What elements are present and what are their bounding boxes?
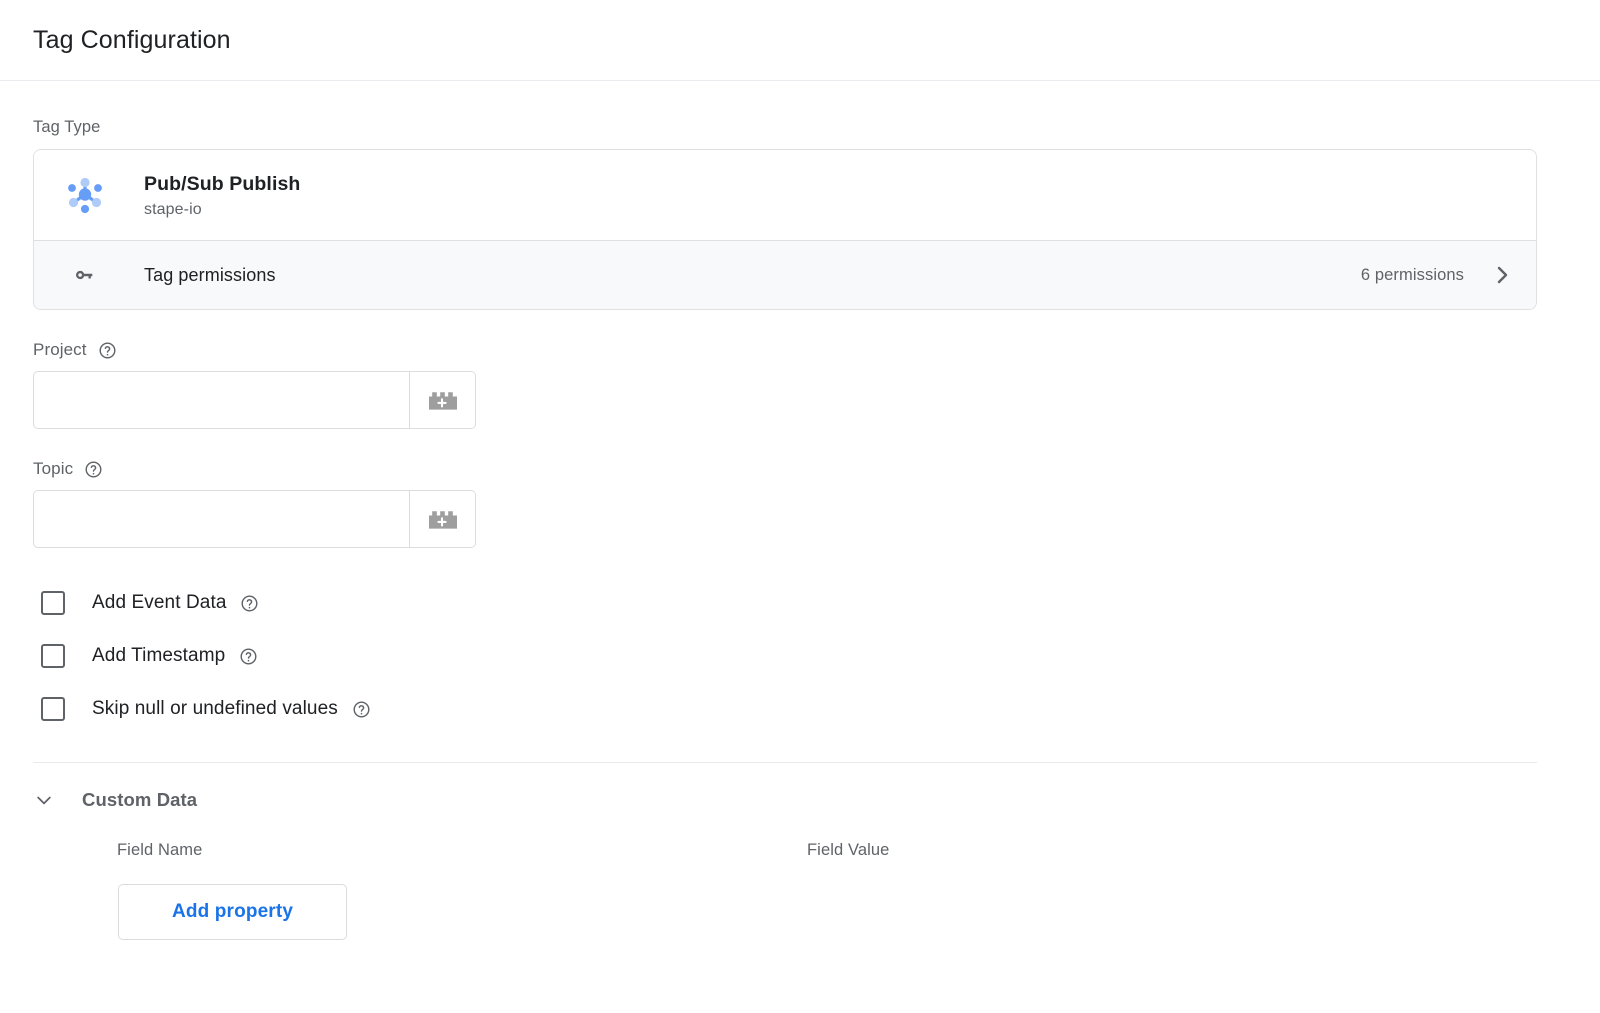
variable-brick-plus-icon	[428, 511, 457, 529]
add-property-button[interactable]: Add property	[118, 884, 347, 940]
topic-input[interactable]	[34, 491, 409, 547]
field-name-column-header: Field Name	[117, 841, 203, 859]
add-timestamp-row: Add Timestamp	[33, 635, 1567, 677]
permissions-count: 6 permissions	[1360, 265, 1464, 284]
custom-data-divider	[33, 762, 1537, 763]
tag-type-name: Pub/Sub Publish	[144, 173, 301, 196]
topic-label-row: Topic	[33, 459, 1567, 479]
add-timestamp-label: Add Timestamp	[92, 645, 226, 666]
topic-input-combo	[33, 490, 476, 548]
topic-variable-picker-button[interactable]	[409, 491, 475, 547]
tag-permissions-row[interactable]: Tag permissions 6 permissions	[34, 240, 1536, 309]
custom-data-title: Custom Data	[82, 789, 198, 810]
project-label-row: Project	[33, 340, 1567, 360]
custom-data-section-header[interactable]: Custom Data	[33, 789, 283, 811]
key-icon	[56, 262, 114, 288]
tag-type-card: Pub/Sub Publish stape-io Tag permissions…	[33, 149, 1537, 310]
page-title: Tag Configuration	[33, 25, 231, 54]
add-timestamp-checkbox[interactable]	[41, 644, 65, 668]
pubsub-node-graph-icon	[56, 173, 114, 217]
tag-configuration-form: Tag Type Pub/Sub Publish stape-io Tag pe…	[0, 118, 1600, 940]
help-circle-icon[interactable]	[352, 700, 371, 719]
skip-null-values-row: Skip null or undefined values	[33, 688, 1567, 730]
options-checkbox-list: Add Event Data Add Timestamp Skip null o…	[33, 582, 1567, 730]
skip-null-values-label: Skip null or undefined values	[92, 698, 338, 719]
help-circle-icon[interactable]	[239, 647, 258, 666]
topic-field-group: Topic	[33, 459, 1567, 548]
chevron-right-icon[interactable]	[1490, 263, 1514, 287]
add-event-data-label: Add Event Data	[92, 592, 227, 613]
topic-label: Topic	[33, 459, 74, 478]
help-circle-icon[interactable]	[84, 460, 103, 479]
project-label: Project	[33, 340, 87, 359]
tag-type-vendor: stape-io	[144, 200, 202, 218]
skip-null-values-checkbox[interactable]	[41, 697, 65, 721]
tag-type-label: Tag Type	[33, 118, 101, 136]
project-field-group: Project	[33, 340, 1567, 429]
field-value-column-header: Field Value	[807, 841, 890, 859]
project-variable-picker-button[interactable]	[409, 372, 475, 428]
variable-brick-plus-icon	[428, 392, 457, 410]
project-input[interactable]	[34, 372, 409, 428]
page-header: Tag Configuration	[0, 0, 1600, 81]
tag-permissions-label: Tag permissions	[144, 264, 276, 285]
project-input-combo	[33, 371, 476, 429]
help-circle-icon[interactable]	[240, 594, 259, 613]
custom-data-column-headers: Field Name Field Value	[33, 841, 1567, 860]
tag-type-selector[interactable]: Pub/Sub Publish stape-io	[34, 150, 1536, 240]
help-circle-icon[interactable]	[98, 341, 117, 360]
add-event-data-checkbox[interactable]	[41, 591, 65, 615]
add-event-data-row: Add Event Data	[33, 582, 1567, 624]
tag-type-info: Pub/Sub Publish stape-io	[144, 171, 300, 218]
chevron-down-icon	[33, 790, 55, 810]
